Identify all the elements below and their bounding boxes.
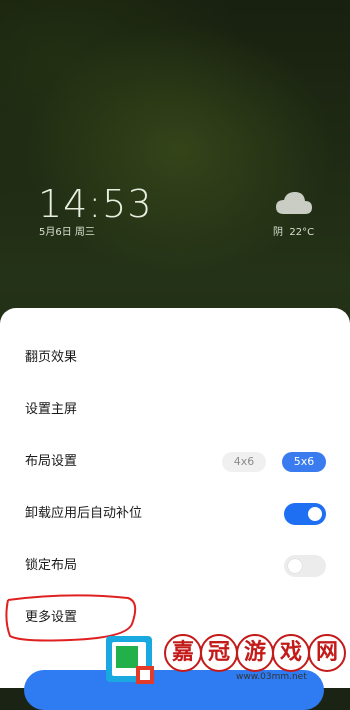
row-label: 更多设置 — [25, 610, 78, 625]
row-auto-fill: 卸载应用后自动补位 — [0, 488, 350, 540]
auto-fill-toggle[interactable] — [284, 503, 326, 525]
toggle-knob — [288, 559, 302, 573]
row-set-home[interactable]: 设置主屏 — [0, 384, 350, 436]
lock-layout-toggle[interactable] — [284, 555, 326, 577]
row-label: 布局设置 — [25, 454, 78, 469]
watermark-char: 游 — [236, 634, 274, 672]
layout-option-5x6[interactable]: 5x6 — [282, 452, 326, 472]
weather-text: 阴 22°C — [273, 227, 314, 239]
watermark-text: 嘉 冠 游 戏 网 — [164, 634, 346, 672]
weather-temperature: 22°C — [289, 227, 315, 238]
watermark-char: 嘉 — [164, 634, 202, 672]
cloud-icon — [276, 192, 312, 214]
row-page-effect[interactable]: 翻页效果 — [0, 332, 350, 384]
row-label: 卸载应用后自动补位 — [25, 506, 143, 521]
row-label: 锁定布局 — [25, 558, 78, 573]
clock-date: 5月6日 周三 — [39, 227, 95, 238]
settings-sheet: 翻页效果 设置主屏 布局设置 4x6 5x6 卸载应用后自动补位 锁定布局 更多… — [0, 308, 350, 688]
watermark-char: 戏 — [272, 634, 310, 672]
clock-time: 14:53 — [38, 182, 153, 226]
watermark-char: 冠 — [200, 634, 238, 672]
watermark-logo — [106, 636, 154, 684]
row-label: 翻页效果 — [25, 350, 78, 365]
toggle-knob — [308, 507, 322, 521]
layout-option-4x6[interactable]: 4x6 — [222, 452, 266, 472]
watermark-char: 网 — [308, 634, 346, 672]
row-layout: 布局设置 4x6 5x6 — [0, 436, 350, 488]
watermark-url: www.03mm.net — [236, 672, 307, 682]
weather-condition: 阴 — [273, 227, 283, 238]
row-label: 设置主屏 — [25, 402, 78, 417]
row-lock-layout: 锁定布局 — [0, 540, 350, 592]
